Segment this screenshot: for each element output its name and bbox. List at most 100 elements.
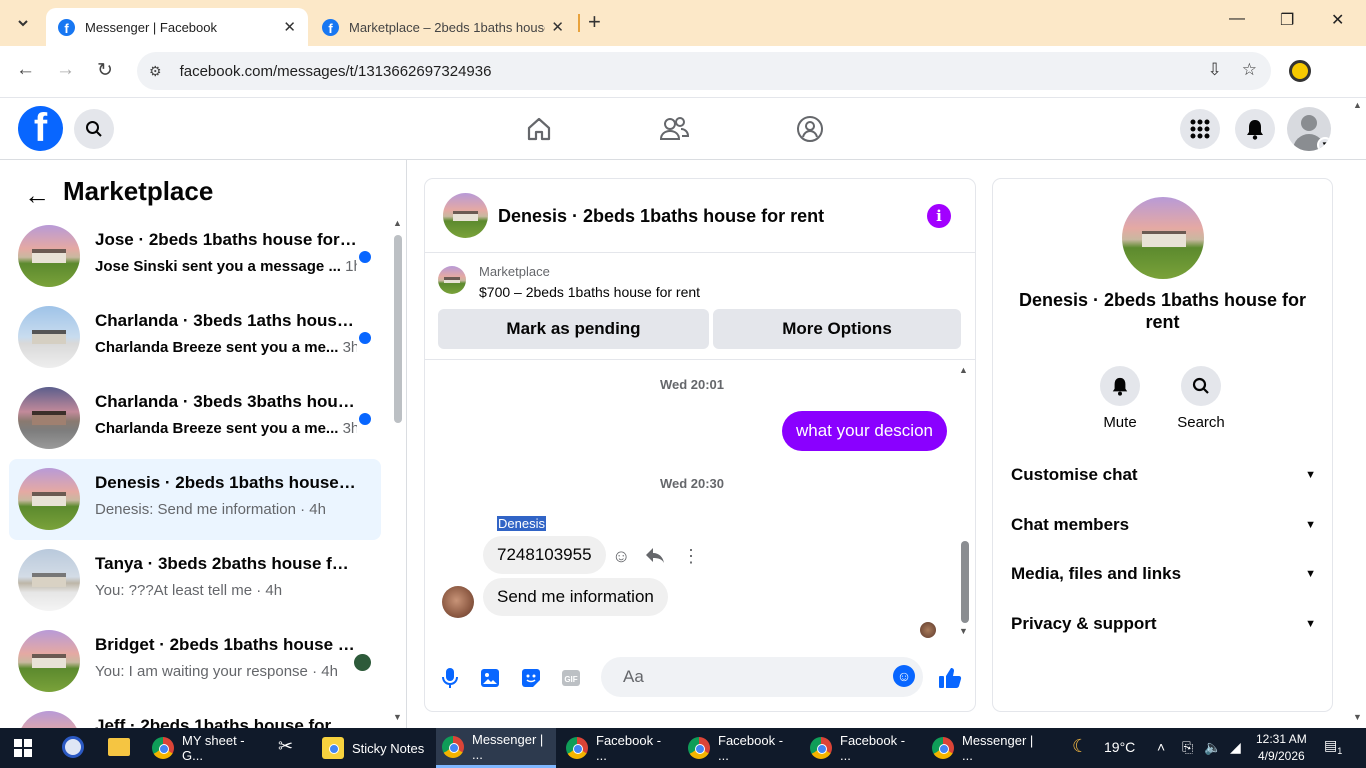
media-app-icon[interactable]: ✂	[278, 736, 293, 757]
conversation-item[interactable]: Jeff · 2beds 1baths house for rent	[9, 702, 381, 728]
account-avatar[interactable]: ▼	[1287, 107, 1331, 151]
like-thumb-icon[interactable]	[937, 665, 963, 691]
sender-avatar[interactable]	[442, 586, 474, 618]
mute-label: Mute	[1103, 414, 1137, 431]
media-files-links-section[interactable]: Media, files and links ▼	[1011, 560, 1316, 588]
scroll-up-arrow[interactable]: ▲	[393, 218, 402, 228]
microphone-icon[interactable]	[437, 665, 463, 691]
page-scroll-up-arrow[interactable]: ▲	[1353, 100, 1362, 110]
mute-button[interactable]: Mute	[1080, 366, 1160, 431]
conversation-item[interactable]: Charlanda · 3beds 3baths hous... Charlan…	[9, 378, 381, 459]
chat-scrollbar[interactable]	[961, 541, 969, 623]
tab-search-button[interactable]	[6, 6, 40, 40]
details-avatar[interactable]	[1122, 197, 1204, 279]
image-icon[interactable]	[477, 665, 503, 691]
conversation-item-selected[interactable]: Denesis · 2beds 1baths house fo... Denes…	[9, 459, 381, 540]
chrome-icon	[442, 735, 464, 758]
taskbar-item-facebook[interactable]: Facebook - ...	[560, 728, 678, 768]
reply-icon[interactable]	[645, 546, 665, 569]
more-options-button[interactable]: More Options	[713, 309, 961, 349]
browser-tab-messenger[interactable]: f Messenger | Facebook ✕	[46, 8, 308, 46]
conversation-item[interactable]: Bridget · 2beds 1baths house f... You: I…	[9, 621, 381, 702]
menu-grid-icon[interactable]	[1180, 109, 1220, 149]
home-icon[interactable]	[521, 112, 557, 146]
chat-members-section[interactable]: Chat members ▼	[1011, 511, 1316, 539]
extension-icon[interactable]	[1289, 60, 1311, 82]
notifications-bell-icon[interactable]	[1235, 109, 1275, 149]
browser-tab-marketplace[interactable]: f Marketplace – 2beds 1baths house ✕	[310, 8, 576, 46]
browser-tab-strip: f Messenger | Facebook ✕ f Marketplace –…	[0, 0, 1366, 46]
close-icon[interactable]: ✕	[551, 18, 564, 36]
facebook-logo[interactable]: f	[18, 106, 63, 151]
back-arrow-icon[interactable]: ←	[24, 180, 50, 211]
conversation-preview: Charlanda Breeze sent you a me... 3h	[95, 420, 357, 437]
chevron-up-icon[interactable]: ˄	[1157, 739, 1165, 755]
taskbar-item-messenger[interactable]: Messenger | ...	[926, 728, 1046, 768]
restore-button[interactable]: ❐	[1280, 10, 1294, 30]
chat-title[interactable]: Denesis · 2beds 1baths house for rent	[498, 206, 824, 227]
info-icon[interactable]: i	[927, 204, 951, 228]
file-explorer-icon[interactable]	[108, 738, 130, 756]
back-button[interactable]: ←	[16, 59, 35, 81]
taskbar-item-sticky-notes[interactable]: Sticky Notes	[316, 728, 434, 768]
outgoing-message[interactable]: what your descion	[781, 411, 947, 451]
scroll-down-arrow[interactable]: ▼	[393, 712, 402, 722]
chat-avatar[interactable]	[443, 193, 488, 238]
reload-button[interactable]: ↻	[97, 59, 113, 82]
sidebar-title: Marketplace	[63, 176, 214, 206]
volume-icon[interactable]: 🔈	[1204, 739, 1221, 756]
conversation-item[interactable]: Charlanda · 3beds 1aths house... Charlan…	[9, 297, 381, 378]
react-emoji-icon[interactable]: ☺	[612, 546, 630, 567]
incoming-message[interactable]: 7248103955	[483, 536, 606, 574]
gif-icon[interactable]: GIF	[558, 665, 584, 691]
sidebar-scrollbar[interactable]	[394, 235, 402, 423]
privacy-support-section[interactable]: Privacy & support ▼	[1011, 610, 1316, 638]
scroll-down-arrow[interactable]: ▼	[959, 626, 968, 636]
forward-button[interactable]: →	[56, 59, 75, 81]
conversation-name: Bridget · 2beds 1baths house f...	[95, 635, 357, 654]
new-tab-button[interactable]: +	[588, 9, 601, 35]
taskbar-item-messenger-active[interactable]: Messenger | ...	[436, 728, 556, 768]
conversation-name: Tanya · 3beds 2baths house for r...	[95, 554, 357, 573]
wifi-icon[interactable]: ◢	[1230, 739, 1241, 756]
minimize-button[interactable]: —	[1229, 10, 1245, 28]
incoming-message[interactable]: Send me information	[483, 578, 668, 616]
friends-icon[interactable]	[656, 112, 692, 146]
sticker-icon[interactable]	[518, 665, 544, 691]
page-scroll-down-arrow[interactable]: ▼	[1353, 712, 1362, 722]
weather-moon-icon[interactable]: ☾	[1072, 736, 1088, 757]
conversation-item[interactable]: Tanya · 3beds 2baths house for r... You:…	[9, 540, 381, 621]
notification-center-icon[interactable]: ▤1	[1324, 737, 1342, 756]
customise-chat-section[interactable]: Customise chat ▼	[1011, 461, 1316, 489]
security-app-icon[interactable]	[62, 736, 84, 758]
bookmark-star-icon[interactable]: ☆	[1242, 60, 1257, 80]
windows-start-icon[interactable]	[14, 739, 32, 757]
search-in-chat-button[interactable]: Search	[1161, 366, 1241, 431]
address-bar[interactable]: ⚙ facebook.com/messages/t/13136626973249…	[137, 52, 1271, 90]
emoji-icon[interactable]: ☺	[893, 665, 915, 687]
taskbar-item-facebook[interactable]: Facebook - ...	[682, 728, 800, 768]
listing-thumbnail	[18, 630, 80, 692]
system-clock[interactable]: 12:31 AM 4/9/2026	[1256, 731, 1307, 765]
conversation-item[interactable]: Jose · 2beds 1baths house for r... Jose …	[9, 216, 381, 297]
more-actions-icon[interactable]: ⋮	[682, 546, 700, 567]
install-app-icon[interactable]: ⇩	[1208, 60, 1222, 80]
message-input[interactable]: Aa ☺	[601, 657, 923, 697]
chevron-down-icon: ▼	[1305, 568, 1316, 580]
search-icon[interactable]	[74, 109, 114, 149]
close-window-button[interactable]: ✕	[1331, 10, 1344, 30]
mark-as-pending-button[interactable]: Mark as pending	[438, 309, 709, 349]
listing-title[interactable]: $700 – 2beds 1baths house for rent	[479, 284, 700, 300]
taskbar-item-facebook[interactable]: Facebook - ...	[804, 728, 922, 768]
scroll-up-arrow[interactable]: ▲	[959, 365, 968, 375]
groups-icon[interactable]	[792, 112, 828, 146]
taskbar-item-sheets[interactable]: MY sheet - G...	[146, 728, 266, 768]
listing-thumbnail[interactable]	[438, 266, 466, 294]
listing-thumbnail	[18, 306, 80, 368]
close-icon[interactable]: ✕	[283, 18, 296, 36]
weather-temperature[interactable]: 19°C	[1104, 739, 1135, 755]
network-icon[interactable]: ⎘	[1182, 739, 1193, 756]
url-text[interactable]: facebook.com/messages/t/1313662697324936	[180, 63, 492, 80]
site-info-icon[interactable]: ⚙	[149, 63, 162, 80]
chevron-down-icon: ▼	[1305, 519, 1316, 531]
